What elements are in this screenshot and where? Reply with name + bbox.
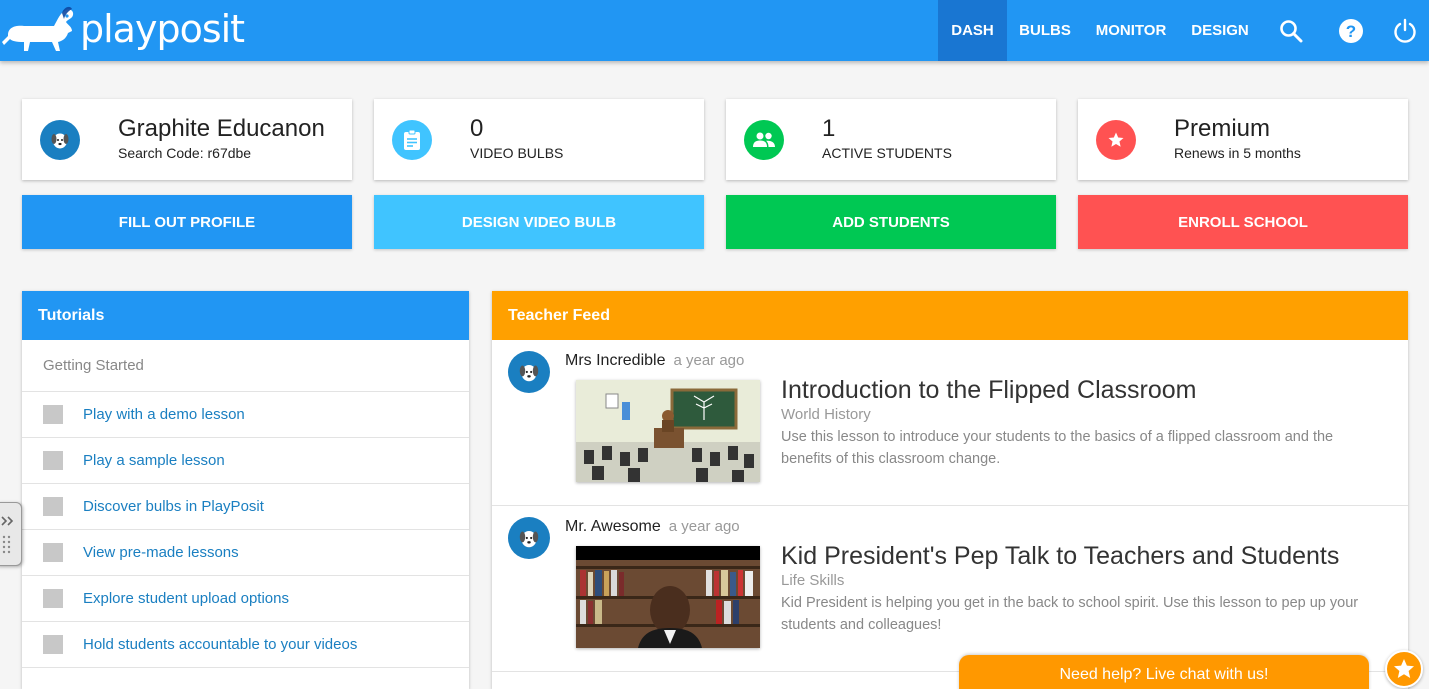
search-button[interactable] [1261,0,1321,61]
tutorial-item[interactable]: Discover bulbs in PlayPosit [22,484,469,530]
group-icon [744,120,784,160]
active-students-card: 1 ACTIVE STUDENTS [726,99,1056,180]
teacher-feed-title: Teacher Feed [492,291,1408,340]
library-video-thumbnail-image [576,546,760,648]
design-video-bulb-button[interactable]: DESIGN VIDEO BULB [374,195,704,249]
dog-avatar-icon [519,530,539,548]
tutorials-section-heading: Getting Started [22,340,469,392]
classroom-thumbnail-image [576,380,760,482]
video-bulbs-label: VIDEO BULBS [470,145,564,161]
dog-logo-icon [2,6,74,51]
profile-name: Graphite Educanon [118,115,325,142]
star-icon [1394,659,1414,678]
feed-timestamp: a year ago [673,352,745,369]
feed-author-name: Mrs Incredible [565,352,666,369]
help-icon: ? [1339,18,1363,43]
feed-author: Mr. Awesome a year ago [565,518,740,536]
nav-design[interactable]: DESIGN [1179,0,1261,61]
logout-button[interactable] [1381,0,1429,61]
tutorial-link[interactable]: Explore student upload options [83,590,289,607]
tutorial-item[interactable]: Play a sample lesson [22,438,469,484]
tutorial-checkbox[interactable] [43,589,63,608]
plan-renewal: Renews in 5 months [1174,145,1301,161]
tutorial-checkbox[interactable] [43,543,63,562]
feed-item: Mr. Awesome a year ago Kid President's P… [492,506,1408,672]
nav-monitor[interactable]: MONITOR [1083,0,1179,61]
main-nav: DASH BULBS MONITOR DESIGN ? [938,0,1429,61]
lesson-thumbnail[interactable] [576,380,760,482]
profile-card: Graphite Educanon Search Code: r67dbe [22,99,352,180]
tutorial-item[interactable]: Play with a demo lesson [22,392,469,438]
lesson-description: Kid President is helping you get in the … [781,595,1359,633]
avatar[interactable] [508,351,550,393]
lesson-subject: Life Skills [781,572,845,589]
tutorial-item[interactable]: Explore student upload options [22,576,469,622]
tutorials-panel: Tutorials Getting Started Play with a de… [22,291,469,689]
nav-bulbs[interactable]: BULBS [1007,0,1083,61]
star-icon [1096,120,1136,160]
tutorial-item[interactable]: View pre-made lessons [22,530,469,576]
dog-avatar-icon [519,364,539,382]
feed-item: Mrs Incredible a year ago Introduction t… [492,340,1408,506]
grip-icon [1,516,14,554]
rewards-badge[interactable] [1385,650,1423,688]
premium-card: Premium Renews in 5 months [1078,99,1408,180]
search-icon [1280,19,1303,42]
fill-out-profile-button[interactable]: FILL OUT PROFILE [22,195,352,249]
active-students-count: 1 [822,115,836,142]
tutorial-link[interactable]: Hold students accountable to your videos [83,636,357,653]
tutorial-link[interactable]: View pre-made lessons [83,544,239,561]
side-drawer-handle[interactable] [0,502,22,566]
help-button[interactable]: ? [1321,0,1381,61]
lesson-subject: World History [781,406,871,423]
tutorial-checkbox[interactable] [43,635,63,654]
nav-dash[interactable]: DASH [938,0,1007,61]
top-navigation-bar: playposit DASH BULBS MONITOR DESIGN ? [0,0,1429,61]
tutorial-link[interactable]: Play with a demo lesson [83,406,245,423]
tutorial-item[interactable]: Hold students accountable to your videos [22,622,469,668]
power-icon [1394,18,1416,43]
video-bulbs-count: 0 [470,115,484,142]
enroll-school-button[interactable]: ENROLL SCHOOL [1078,195,1408,249]
feed-timestamp: a year ago [668,518,740,535]
lesson-title[interactable]: Kid President's Pep Talk to Teachers and… [781,542,1339,571]
feed-author: Mrs Incredible a year ago [565,352,744,370]
tutorials-title: Tutorials [22,291,469,340]
video-bulbs-card: 0 VIDEO BULBS [374,99,704,180]
tutorial-link[interactable]: Play a sample lesson [83,452,225,469]
tutorial-link[interactable]: Discover bulbs in PlayPosit [83,498,264,515]
lesson-description: Use this lesson to introduce your studen… [781,429,1334,467]
svg-text:?: ? [1346,22,1356,41]
clipboard-icon [392,120,432,160]
dog-avatar-icon [40,120,80,160]
brand-name: playposit [80,6,245,51]
teacher-feed-panel: Teacher Feed Mrs Incredible a year ago I… [492,291,1408,689]
playposit-logo[interactable]: playposit [0,0,245,61]
lesson-title[interactable]: Introduction to the Flipped Classroom [781,376,1197,405]
feed-author-name: Mr. Awesome [565,518,661,535]
tutorial-checkbox[interactable] [43,451,63,470]
add-students-button[interactable]: ADD STUDENTS [726,195,1056,249]
plan-name: Premium [1174,115,1271,142]
tutorial-checkbox[interactable] [43,405,63,424]
tutorial-checkbox[interactable] [43,497,63,516]
lesson-thumbnail[interactable] [576,546,760,648]
search-code: Search Code: r67dbe [118,145,252,161]
live-chat-button[interactable]: Need help? Live chat with us! [959,655,1369,689]
avatar[interactable] [508,517,550,559]
active-students-label: ACTIVE STUDENTS [822,145,952,161]
